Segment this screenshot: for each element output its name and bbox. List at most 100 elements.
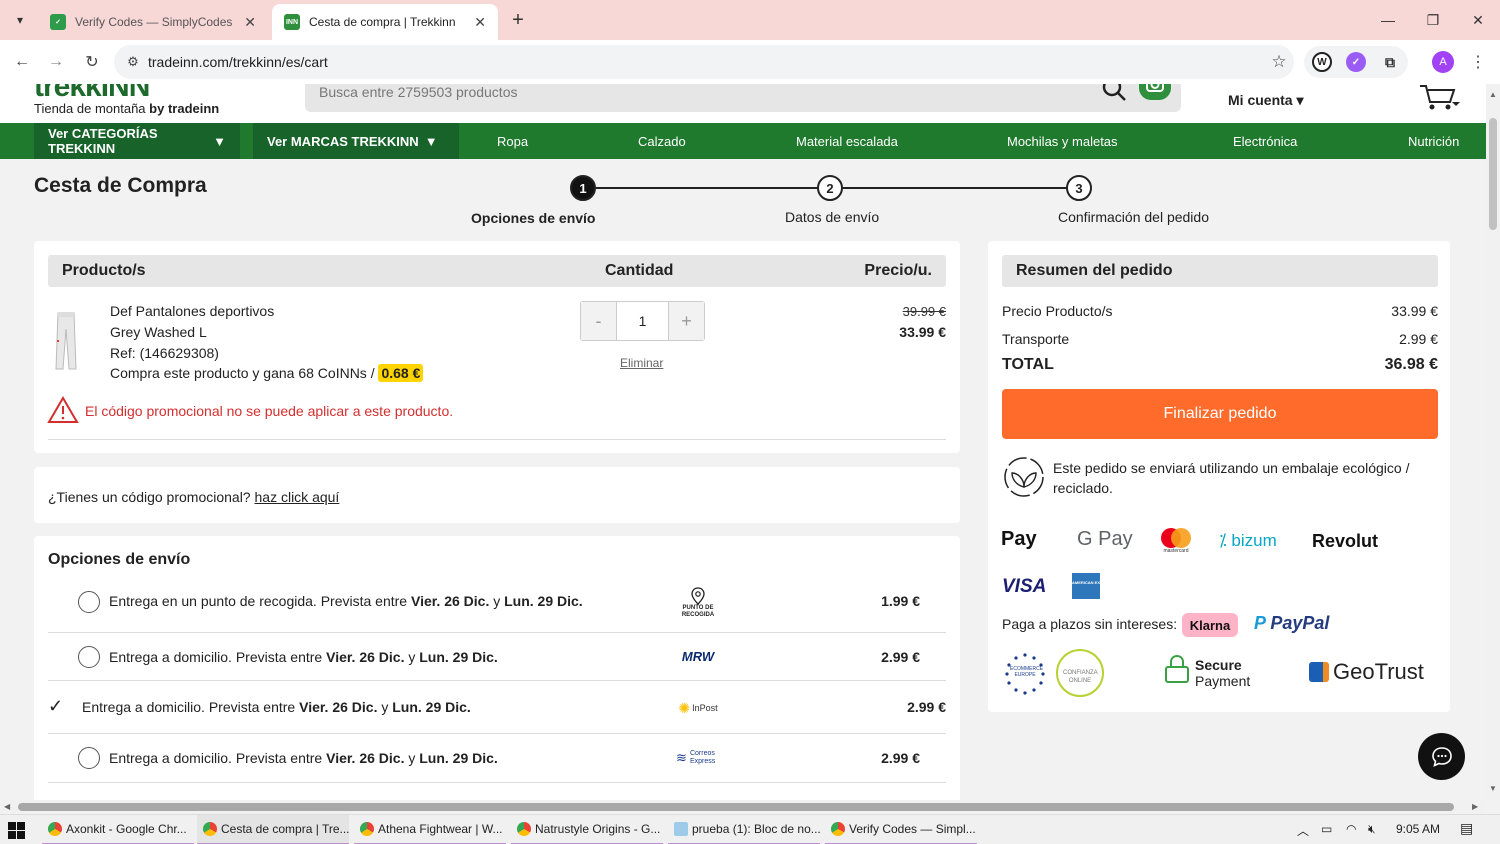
- scroll-left-arrow-icon[interactable]: ◀: [4, 802, 10, 811]
- date-from: Vier. 26 Dic.: [410, 593, 490, 609]
- divider: [48, 439, 946, 440]
- shipping-option-mrw[interactable]: Entrega a domicilio. Prevista entre Vier…: [48, 633, 946, 681]
- quantity-stepper: - 1 +: [580, 301, 705, 341]
- shipping-option-inpost[interactable]: ✓ Entrega a domicilio. Prevista entre Vi…: [48, 681, 946, 734]
- account-label: Mi cuenta: [1228, 92, 1293, 108]
- chat-button[interactable]: [1418, 733, 1465, 780]
- restore-window-icon[interactable]: ❐: [1411, 0, 1455, 40]
- visa-logo: VISA: [1002, 576, 1047, 597]
- taskbar-item-notepad[interactable]: prueba (1): Bloc de no...: [668, 815, 820, 844]
- taskbar-item-trekkinn[interactable]: Cesta de compra | Tre...: [197, 815, 349, 844]
- scroll-down-arrow-icon[interactable]: ▼: [1489, 784, 1497, 793]
- remove-item-link[interactable]: Eliminar: [620, 356, 663, 370]
- taskbar-item-athena[interactable]: Athena Fightwear | W...: [354, 815, 506, 844]
- nav-link-electronica[interactable]: Electrónica: [1233, 123, 1297, 159]
- desc-text: Entrega a domicilio. Prevista entre: [109, 649, 323, 665]
- horizontal-scroll-thumb[interactable]: [18, 803, 1454, 811]
- close-window-icon[interactable]: ✕: [1456, 0, 1500, 40]
- product-image[interactable]: [50, 311, 82, 371]
- mastercard-circles-icon: [1161, 528, 1191, 548]
- shopping-cart-icon[interactable]: [1418, 84, 1460, 112]
- caret-down-icon: ▼: [213, 133, 226, 149]
- categories-dropdown[interactable]: Ver CATEGORÍAS TREKKINN ▼: [34, 123, 240, 159]
- summary-transport-row: Transporte 2.99 €: [1002, 331, 1438, 347]
- shipping-option-correos[interactable]: Entrega a domicilio. Prevista entre Vier…: [48, 734, 946, 783]
- shipping-desc: Entrega a domicilio. Prevista entre Vier…: [109, 750, 498, 766]
- desc-conj: y: [408, 649, 416, 665]
- nav-link-material-escalada[interactable]: Material escalada: [796, 123, 898, 159]
- nav-link-ropa[interactable]: Ropa: [497, 123, 528, 159]
- browser-menu-icon[interactable]: ⋮: [1468, 50, 1488, 74]
- forward-arrow-icon[interactable]: →: [44, 50, 68, 74]
- nav-link-mochilas[interactable]: Mochilas y maletas: [1007, 123, 1118, 159]
- notifications-icon[interactable]: ▤: [1460, 820, 1473, 837]
- chrome-icon: [517, 822, 531, 836]
- windows-start-icon[interactable]: [8, 822, 25, 839]
- shipping-option-pickup[interactable]: Entrega en un punto de recogida. Previst…: [48, 575, 946, 633]
- taskbar-item-label: Athena Fightwear | W...: [378, 822, 503, 836]
- search-bar[interactable]: Busca entre 2759503 productos: [305, 84, 1181, 112]
- promo-click-link[interactable]: haz click aquí: [255, 489, 340, 505]
- shipping-desc: Entrega a domicilio. Prevista entre Vier…: [82, 699, 471, 715]
- trekkinn-favicon-icon: INN: [284, 14, 300, 30]
- chat-bubble-icon: [1431, 746, 1452, 767]
- brands-dropdown[interactable]: Ver MARCAS TREKKINN ▼: [253, 123, 459, 159]
- extension-simplycodes-icon[interactable]: ✓: [1346, 52, 1366, 72]
- brands-label: Ver MARCAS TREKKINN: [267, 133, 419, 149]
- horizontal-scrollbar[interactable]: ◀ ▶: [0, 800, 1486, 814]
- chrome-icon: [831, 822, 845, 836]
- tray-battery-icon[interactable]: ▭: [1321, 822, 1332, 836]
- browser-toolbar: ← → ↻ ⚙ tradeinn.com/trekkinn/es/cart ☆ …: [0, 40, 1500, 84]
- bizum-text: bizum: [1231, 531, 1277, 550]
- url-text[interactable]: tradeinn.com/trekkinn/es/cart: [148, 54, 1264, 70]
- chevron-down-icon: ▾: [1296, 92, 1304, 108]
- tray-chevron-up-icon[interactable]: ︿: [1297, 822, 1309, 839]
- scroll-right-arrow-icon[interactable]: ▶: [1472, 802, 1478, 811]
- vertical-scroll-thumb[interactable]: [1489, 118, 1497, 230]
- new-tab-plus-icon[interactable]: +: [506, 8, 530, 32]
- close-tab-icon[interactable]: ✕: [474, 14, 486, 31]
- qty-input[interactable]: 1: [616, 302, 669, 340]
- search-icon[interactable]: [1101, 84, 1127, 102]
- vertical-scrollbar[interactable]: ▲ ▼: [1486, 84, 1500, 800]
- bookmark-star-icon[interactable]: ☆: [1264, 52, 1294, 72]
- search-input[interactable]: Busca entre 2759503 productos: [319, 84, 517, 100]
- location-pin-icon: [691, 587, 705, 605]
- back-arrow-icon[interactable]: ←: [10, 50, 34, 74]
- tray-volume-muted-icon[interactable]: 🔇︎: [1368, 822, 1376, 837]
- finalize-order-button[interactable]: Finalizar pedido: [1002, 389, 1438, 439]
- shipping-radio[interactable]: [78, 747, 100, 769]
- carrier-label: InPost: [692, 703, 718, 713]
- shipping-radio[interactable]: [78, 591, 100, 613]
- order-summary-card: Resumen del pedido Precio Producto/s 33.…: [988, 241, 1450, 712]
- extension-w-icon[interactable]: W: [1312, 52, 1332, 72]
- nav-link-nutricion[interactable]: Nutrición: [1408, 123, 1459, 159]
- product-name[interactable]: Def Pantalones deportivos: [110, 303, 274, 319]
- qty-minus-button[interactable]: -: [581, 302, 616, 340]
- profile-avatar[interactable]: A: [1432, 51, 1454, 73]
- promo-card: ¿Tienes un código promocional? haz click…: [34, 467, 960, 523]
- apple-pay-text: Pay: [1001, 528, 1037, 550]
- address-bar[interactable]: ⚙ tradeinn.com/trekkinn/es/cart ☆: [114, 45, 1294, 79]
- nav-link-calzado[interactable]: Calzado: [638, 123, 686, 159]
- extensions-puzzle-icon[interactable]: ⧉: [1380, 52, 1400, 72]
- site-settings-icon[interactable]: ⚙: [118, 54, 148, 70]
- qty-plus-button[interactable]: +: [669, 302, 704, 340]
- shipping-radio[interactable]: [78, 646, 100, 668]
- tray-clock[interactable]: 9:05 AM: [1396, 822, 1440, 836]
- minimize-window-icon[interactable]: —: [1366, 0, 1410, 40]
- tab-trekkinn-cart[interactable]: INN Cesta de compra | Trekkinn ✕: [272, 4, 498, 40]
- col-unit-price: Precio/u.: [864, 262, 932, 279]
- taskbar-item-natrustyle[interactable]: Natrustyle Origins - G...: [511, 815, 663, 844]
- camera-search-icon[interactable]: [1139, 84, 1171, 100]
- tray-wifi-icon[interactable]: ◠: [1346, 822, 1356, 836]
- scroll-up-arrow-icon[interactable]: ▲: [1489, 90, 1497, 99]
- tab-search-chevron-icon[interactable]: ▾: [8, 8, 32, 32]
- date-from: Vier. 26 Dic.: [326, 649, 405, 665]
- taskbar-item-verify-codes[interactable]: Verify Codes — Simpl...: [825, 815, 977, 844]
- taskbar-item-axonkit[interactable]: Axonkit - Google Chr...: [42, 815, 194, 844]
- close-tab-icon[interactable]: ✕: [244, 14, 256, 31]
- account-menu[interactable]: Mi cuenta ▾: [1228, 92, 1304, 109]
- tab-simplycodes[interactable]: ✓ Verify Codes — SimplyCodes ✕: [38, 4, 268, 40]
- reload-icon[interactable]: ↻: [80, 50, 104, 74]
